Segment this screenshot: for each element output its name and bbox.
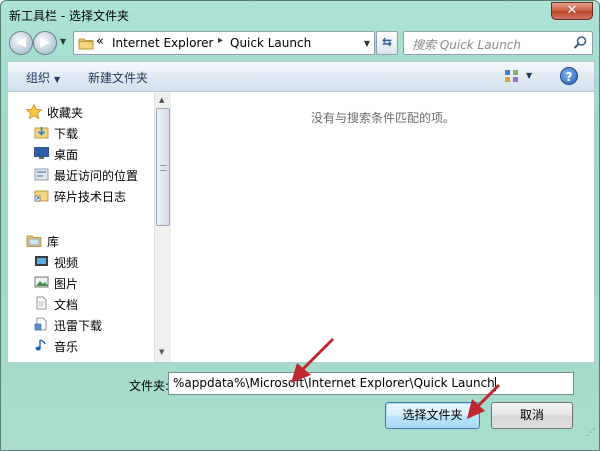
chevron-down-icon: ▼ <box>54 75 61 84</box>
address-bar[interactable]: « Internet Explorer ▸ Quick Launch ▼ <box>73 31 375 55</box>
sidebar-item-label: 碎片技术日志 <box>54 190 127 204</box>
breadcrumb-chevron-icon[interactable]: ▸ <box>218 35 223 46</box>
shortcut-folder-icon <box>34 190 49 202</box>
forward-button[interactable]: ▶ <box>33 31 57 55</box>
breadcrumb-quick-launch[interactable]: Quick Launch <box>230 36 311 50</box>
resize-grip-icon[interactable]: ⋰ <box>586 428 595 438</box>
search-placeholder: 搜索 Quick Launch <box>412 38 522 52</box>
sidebar-item-label: 图片 <box>54 277 79 291</box>
refresh-button[interactable]: ⇆ <box>376 31 398 55</box>
recent-places-icon <box>34 168 49 181</box>
nav-group-label: 收藏夹 <box>47 106 84 120</box>
thunder-download-icon <box>34 317 47 331</box>
arrow-left-icon: ◀ <box>16 35 26 50</box>
annotation-arrow-icon <box>291 337 335 383</box>
scroll-up-icon[interactable]: ▲ <box>159 96 164 104</box>
refresh-icon: ⇆ <box>381 35 393 49</box>
desktop-icon <box>34 147 49 159</box>
folder-path-input[interactable]: %appdata%\Microsoft\Internet Explorer\Qu… <box>168 372 574 395</box>
command-toolbar: 组织 ▼ 新建文件夹 ▼ ? <box>7 61 595 91</box>
folder-label: 文件夹: <box>129 379 170 393</box>
empty-results-message: 没有与搜索条件匹配的项。 <box>310 111 455 125</box>
close-button[interactable]: ✕ <box>551 2 593 20</box>
organize-button[interactable]: 组织 ▼ <box>26 69 60 86</box>
dialog-window: 新工具栏 - 选择文件夹 ✕ ◀ ▶ ▼ « Internet Explorer… <box>0 0 600 451</box>
breadcrumb-overflow[interactable]: « <box>96 34 104 49</box>
sidebar-item-label: 桌面 <box>54 148 79 162</box>
nav-group-label: 库 <box>47 235 60 249</box>
arrow-right-icon: ▶ <box>40 35 50 50</box>
video-library-icon <box>35 256 48 266</box>
sidebar-item-label: 文档 <box>54 298 79 312</box>
music-library-icon <box>35 339 46 351</box>
sidebar-item-label: 视频 <box>54 256 79 270</box>
folder-content-pane[interactable]: 没有与搜索条件匹配的项。 <box>172 92 594 362</box>
download-folder-icon <box>34 127 49 139</box>
nav-scrollbar[interactable]: ▲ ▼ <box>154 92 171 362</box>
folder-icon <box>78 38 94 50</box>
back-button[interactable]: ◀ <box>9 31 33 55</box>
address-row: ◀ ▶ ▼ « Internet Explorer ▸ Quick Launch… <box>7 29 595 57</box>
sidebar-item-label: 音乐 <box>54 340 79 354</box>
address-dropdown-icon[interactable]: ▼ <box>364 39 370 48</box>
library-folder-icon <box>26 235 42 247</box>
organize-label: 组织 <box>26 71 51 85</box>
navigation-pane: 收藏夹 下载 桌面 最近访问的位置 碎片技术日志 库 视频 图片 文档 迅雷下载… <box>8 92 154 362</box>
view-dropdown-icon[interactable]: ▼ <box>526 71 532 80</box>
main-area: 收藏夹 下载 桌面 最近访问的位置 碎片技术日志 库 视频 图片 文档 迅雷下载… <box>7 91 595 363</box>
sidebar-item-label: 下载 <box>54 127 79 141</box>
documents-library-icon <box>36 296 47 310</box>
title-bar[interactable]: 新工具栏 - 选择文件夹 ✕ <box>1 1 599 27</box>
view-grid-icon[interactable] <box>504 69 520 83</box>
sidebar-item-label: 最近访问的位置 <box>54 169 139 183</box>
help-icon[interactable]: ? <box>560 67 578 85</box>
pictures-library-icon <box>34 276 49 288</box>
star-icon <box>26 104 42 119</box>
grip-icon <box>160 165 167 171</box>
sidebar-item-label: 迅雷下载 <box>54 319 103 333</box>
scroll-down-icon[interactable]: ▼ <box>159 348 164 356</box>
search-input[interactable]: 搜索 Quick Launch <box>403 31 593 55</box>
breadcrumb-internet-explorer[interactable]: Internet Explorer <box>112 36 213 50</box>
history-dropdown-icon[interactable]: ▼ <box>60 37 66 46</box>
new-folder-button[interactable]: 新建文件夹 <box>88 69 148 86</box>
scrollbar-thumb[interactable] <box>156 108 170 226</box>
search-icon[interactable] <box>572 35 588 51</box>
window-title: 新工具栏 - 选择文件夹 <box>9 9 129 23</box>
annotation-arrow-icon <box>467 383 501 419</box>
